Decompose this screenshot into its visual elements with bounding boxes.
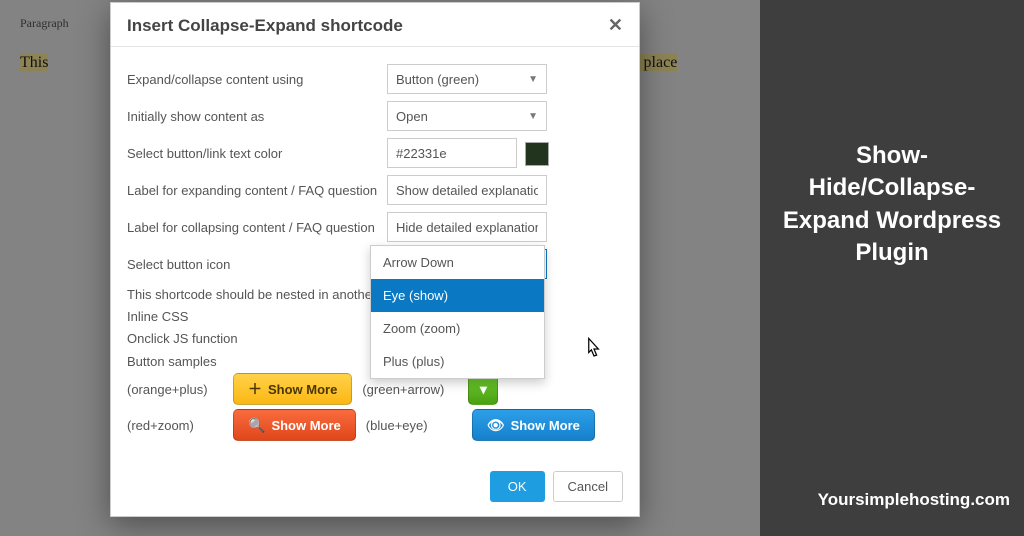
sample-button-label: Show More (511, 418, 580, 433)
promo-site: Yoursimplehosting.com (774, 490, 1010, 510)
sample-tag-green: (green+arrow) (362, 382, 458, 397)
onclick-label: Onclick JS function (127, 331, 387, 346)
caret-down-icon: ▼ (528, 74, 538, 85)
sample-tag-orange: (orange+plus) (127, 382, 223, 397)
promo-panel: Show-Hide/Collapse-Expand Wordpress Plug… (760, 0, 1024, 536)
cursor-pointer-icon (580, 335, 608, 363)
color-swatch[interactable] (525, 142, 549, 166)
color-label: Select button/link text color (127, 146, 387, 161)
sample-button-orange[interactable]: ＋ Show More (233, 373, 352, 405)
icon-option-plus[interactable]: Plus (plus) (371, 345, 544, 378)
expand-label-field[interactable] (396, 176, 538, 204)
modal-header: Insert Collapse-Expand shortcode ✕ (111, 3, 639, 47)
collapse-label-input[interactable] (387, 212, 547, 242)
initial-value: Open (396, 109, 428, 124)
expand-label-input[interactable] (387, 175, 547, 205)
inline-css-label: Inline CSS (127, 309, 387, 324)
initial-select[interactable]: Open ▼ (387, 101, 547, 131)
method-select[interactable]: Button (green) ▼ (387, 64, 547, 94)
color-input[interactable] (387, 138, 517, 168)
button-samples: (orange+plus) ＋ Show More (green+arrow) … (127, 373, 623, 441)
icon-label: Select button icon (127, 257, 387, 272)
collapse-label-field[interactable] (396, 213, 538, 241)
sample-tag-red: (red+zoom) (127, 418, 223, 433)
caret-down-icon: ▼ (528, 111, 538, 122)
sample-button-red[interactable]: 🔍 Show More (233, 409, 356, 441)
sample-button-label: Show More (271, 418, 340, 433)
icon-select-dropdown: Arrow Down Eye (show) Zoom (zoom) Plus (… (370, 245, 545, 379)
icon-option-eye[interactable]: Eye (show) (371, 279, 544, 312)
initial-label: Initially show content as (127, 109, 387, 124)
expand-label-label: Label for expanding content / FAQ questi… (127, 183, 387, 198)
ok-button[interactable]: OK (490, 471, 545, 502)
zoom-icon: 🔍 (248, 417, 265, 434)
sample-tag-blue: (blue+eye) (366, 418, 462, 433)
modal-footer: OK Cancel (111, 461, 639, 516)
modal-title: Insert Collapse-Expand shortcode (127, 16, 403, 36)
close-icon[interactable]: ✕ (608, 15, 623, 36)
method-value: Button (green) (396, 72, 479, 87)
arrow-down-icon: ▾ (480, 381, 487, 398)
icon-option-zoom[interactable]: Zoom (zoom) (371, 312, 544, 345)
sample-button-blue[interactable]: 👁 Show More (472, 409, 595, 441)
icon-option-arrow-down[interactable]: Arrow Down (371, 246, 544, 279)
sample-button-label: Show More (268, 382, 337, 397)
promo-headline: Show-Hide/Collapse-Expand Wordpress Plug… (774, 140, 1010, 270)
method-label: Expand/collapse content using (127, 72, 387, 87)
eye-icon: 👁 (487, 417, 505, 434)
plus-icon: ＋ (248, 379, 262, 399)
collapse-label-label: Label for collapsing content / FAQ quest… (127, 220, 387, 235)
color-input-field[interactable] (396, 139, 508, 167)
cancel-button[interactable]: Cancel (553, 471, 623, 502)
